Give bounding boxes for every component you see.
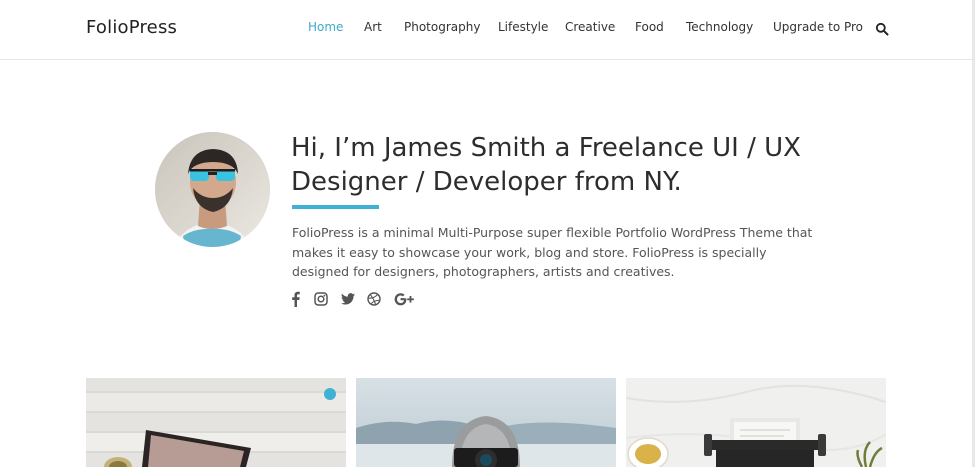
avatar [155,132,270,247]
nav-item-creative[interactable]: Creative [565,20,615,34]
card-indicator-dot [324,388,336,400]
main-nav: Home Art Photography Lifestyle Creative … [0,20,975,40]
nav-item-upgrade-to-pro[interactable]: Upgrade to Pro [773,20,863,34]
nav-item-lifestyle[interactable]: Lifestyle [498,20,548,34]
nav-item-food[interactable]: Food [635,20,664,34]
laptop-on-wood-image [86,378,346,467]
dribbble-icon[interactable] [366,291,381,307]
photographer-in-snow-image [356,378,616,467]
portfolio-card-1[interactable] [86,378,346,467]
facebook-icon[interactable] [290,291,300,307]
twitter-icon[interactable] [340,291,355,307]
hero-description: FolioPress is a minimal Multi-Purpose su… [292,225,813,279]
instagram-icon[interactable] [313,291,328,307]
typewriter-and-tea-image [626,378,886,467]
hero-title: Hi, I’m James Smith a Freelance UI / UX … [291,133,801,197]
site-header: FolioPress Home Art Photography Lifestyl… [0,0,975,60]
nav-item-technology[interactable]: Technology [686,20,753,34]
avatar-image [155,132,270,247]
title-underline [292,205,379,209]
nav-item-photography[interactable]: Photography [404,20,480,34]
google-plus-icon[interactable] [393,291,415,307]
portfolio-card-2[interactable] [356,378,616,467]
nav-item-home[interactable]: Home [308,20,343,34]
portfolio-card-3[interactable] [626,378,886,467]
nav-item-art[interactable]: Art [364,20,382,34]
search-icon[interactable] [875,22,889,36]
